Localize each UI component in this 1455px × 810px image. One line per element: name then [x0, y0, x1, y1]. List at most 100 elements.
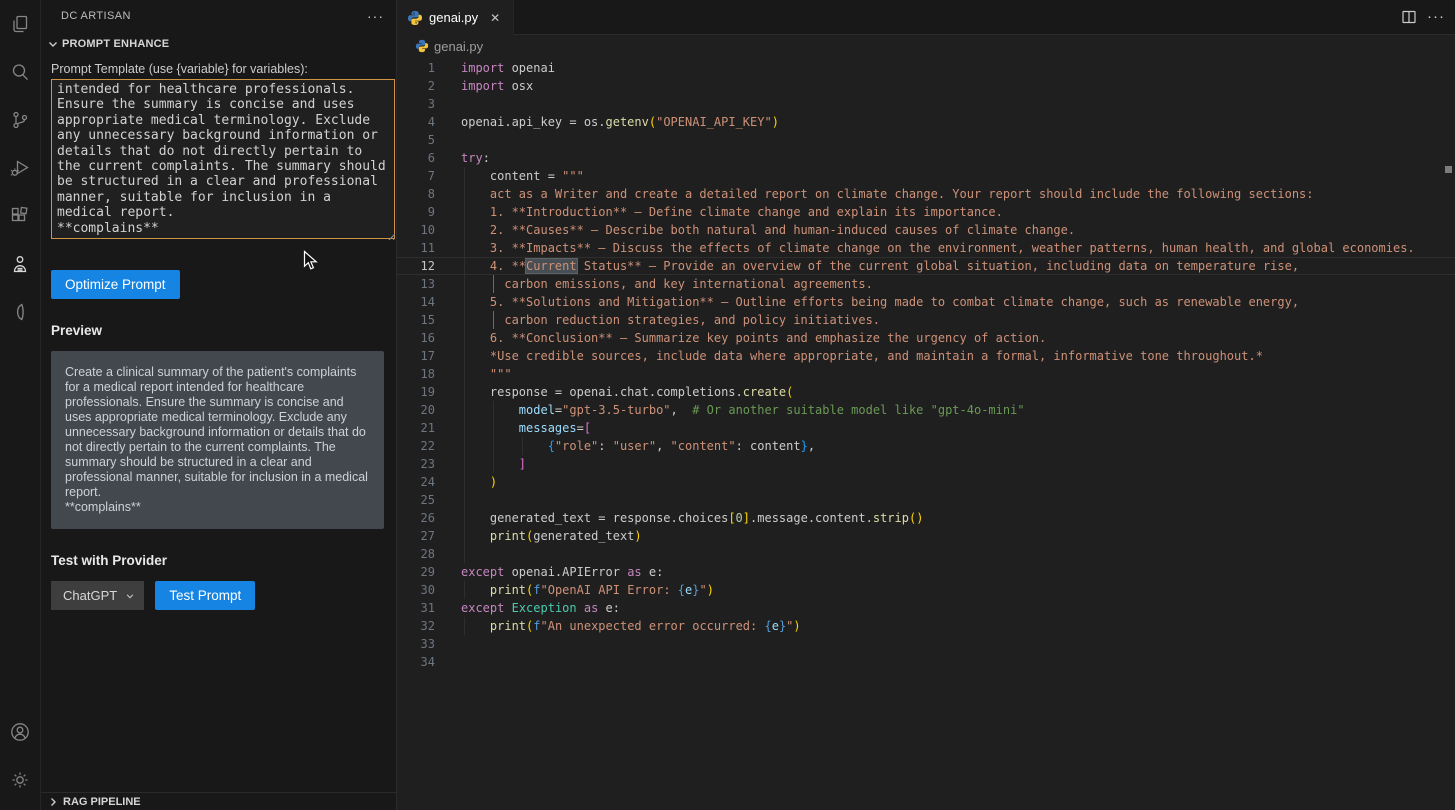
book-icon[interactable] [0, 288, 40, 336]
indent-guide [464, 581, 465, 599]
code-line: 8 act as a Writer and create a detailed … [397, 185, 1455, 203]
indent-guide [464, 257, 465, 275]
line-number: 13 [397, 275, 435, 293]
extensions-icon[interactable] [0, 192, 40, 240]
code-area[interactable]: 1import openai2import osx34openai.api_ke… [397, 57, 1455, 810]
indent-guide [464, 455, 465, 473]
artisan-person-icon[interactable] [0, 240, 40, 288]
indent-guide [464, 365, 465, 383]
overview-ruler-marker [1445, 166, 1452, 173]
chevron-down-icon [47, 38, 59, 50]
indent-guide [464, 185, 465, 203]
line-number: 9 [397, 203, 435, 221]
template-label: Prompt Template (use {variable} for vari… [51, 62, 386, 76]
explorer-icon[interactable] [0, 0, 40, 48]
sidebar-more-actions-icon[interactable]: ··· [367, 11, 384, 21]
line-number: 20 [397, 401, 435, 419]
line-content [461, 653, 1455, 671]
editor-more-actions-icon[interactable]: ··· [1427, 13, 1445, 21]
line-content: import openai [461, 59, 1455, 77]
line-number: 3 [397, 95, 435, 113]
indent-guide [464, 239, 465, 257]
line-content [461, 95, 1455, 113]
rag-section-label: RAG PIPELINE [63, 796, 141, 808]
code-line: 18 """ [397, 365, 1455, 383]
tab-close-icon[interactable]: ✕ [487, 10, 503, 26]
line-number: 14 [397, 293, 435, 311]
tab-bar: genai.py ✕ ··· [397, 0, 1455, 35]
line-number: 27 [397, 527, 435, 545]
line-number: 31 [397, 599, 435, 617]
indent-guide [493, 437, 494, 455]
section-rag-pipeline[interactable]: RAG PIPELINE [41, 792, 396, 810]
line-content: generated_text = response.choices[0].mes… [461, 509, 1455, 527]
sidebar-panel: DC ARTISAN ··· PROMPT ENHANCE Prompt Tem… [41, 0, 397, 810]
line-content [461, 131, 1455, 149]
line-content: print(generated_text) [461, 527, 1455, 545]
line-number: 23 [397, 455, 435, 473]
prompt-template-input[interactable]: intended for healthcare professionals. E… [51, 79, 395, 239]
code-line: 1import openai [397, 59, 1455, 77]
line-content: openai.api_key = os.getenv("OPENAI_API_K… [461, 113, 1455, 131]
run-debug-icon[interactable] [0, 144, 40, 192]
chevron-right-icon [47, 796, 59, 808]
line-content: 5. **Solutions and Mitigation** — Outlin… [461, 293, 1455, 311]
python-icon [407, 10, 423, 26]
code-line: 24 ) [397, 473, 1455, 491]
indent-guide [464, 293, 465, 311]
search-icon[interactable] [0, 48, 40, 96]
indent-guide [464, 347, 465, 365]
indent-guide [522, 437, 523, 455]
indent-guide [464, 545, 465, 563]
code-line: 19 response = openai.chat.completions.cr… [397, 383, 1455, 401]
line-number: 4 [397, 113, 435, 131]
indent-guide [493, 275, 494, 293]
indent-guide [493, 311, 494, 329]
line-content [461, 635, 1455, 653]
line-number: 2 [397, 77, 435, 95]
code-line: 3 [397, 95, 1455, 113]
code-line: 15 carbon reduction strategies, and poli… [397, 311, 1455, 329]
line-content: *Use credible sources, include data wher… [461, 347, 1455, 365]
activity-bar [0, 0, 41, 810]
line-content: {"role": "user", "content": content}, [461, 437, 1455, 455]
line-number: 7 [397, 167, 435, 185]
line-content: 1. **Introduction** — Define climate cha… [461, 203, 1455, 221]
indent-guide [493, 455, 494, 473]
code-line: 10 2. **Causes** — Describe both natural… [397, 221, 1455, 239]
test-prompt-button[interactable]: Test Prompt [155, 581, 255, 610]
sidebar-title: DC ARTISAN [61, 10, 131, 22]
preview-heading: Preview [51, 323, 386, 338]
code-line: 12 4. **Current Status** — Provide an ov… [397, 257, 1455, 275]
account-icon[interactable] [0, 708, 40, 756]
line-number: 29 [397, 563, 435, 581]
settings-gear-icon[interactable] [0, 756, 40, 804]
indent-guide [464, 509, 465, 527]
code-line: 29except openai.APIError as e: [397, 563, 1455, 581]
code-line: 31except Exception as e: [397, 599, 1455, 617]
line-content: print(f"OpenAI API Error: {e}") [461, 581, 1455, 599]
split-editor-icon[interactable] [1401, 9, 1417, 25]
code-line: 33 [397, 635, 1455, 653]
line-content: response = openai.chat.completions.creat… [461, 383, 1455, 401]
indent-guide [493, 401, 494, 419]
provider-select[interactable]: ChatGPT [51, 581, 144, 610]
code-line: 30 print(f"OpenAI API Error: {e}") [397, 581, 1455, 599]
line-content: try: [461, 149, 1455, 167]
line-content: model="gpt-3.5-turbo", # Or another suit… [461, 401, 1455, 419]
section-prompt-enhance[interactable]: PROMPT ENHANCE [41, 32, 396, 56]
source-control-icon[interactable] [0, 96, 40, 144]
tab-genai-py[interactable]: genai.py ✕ [397, 0, 514, 35]
indent-guide [464, 311, 465, 329]
line-content: 2. **Causes** — Describe both natural an… [461, 221, 1455, 239]
line-number: 5 [397, 131, 435, 149]
indent-guide [493, 419, 494, 437]
python-icon [415, 39, 429, 53]
code-line: 23 ] [397, 455, 1455, 473]
tab-bar-empty [514, 0, 1391, 35]
optimize-prompt-button[interactable]: Optimize Prompt [51, 270, 180, 299]
line-number: 18 [397, 365, 435, 383]
breadcrumb[interactable]: genai.py [397, 35, 1455, 57]
line-number: 17 [397, 347, 435, 365]
line-content: carbon reduction strategies, and policy … [461, 311, 1455, 329]
